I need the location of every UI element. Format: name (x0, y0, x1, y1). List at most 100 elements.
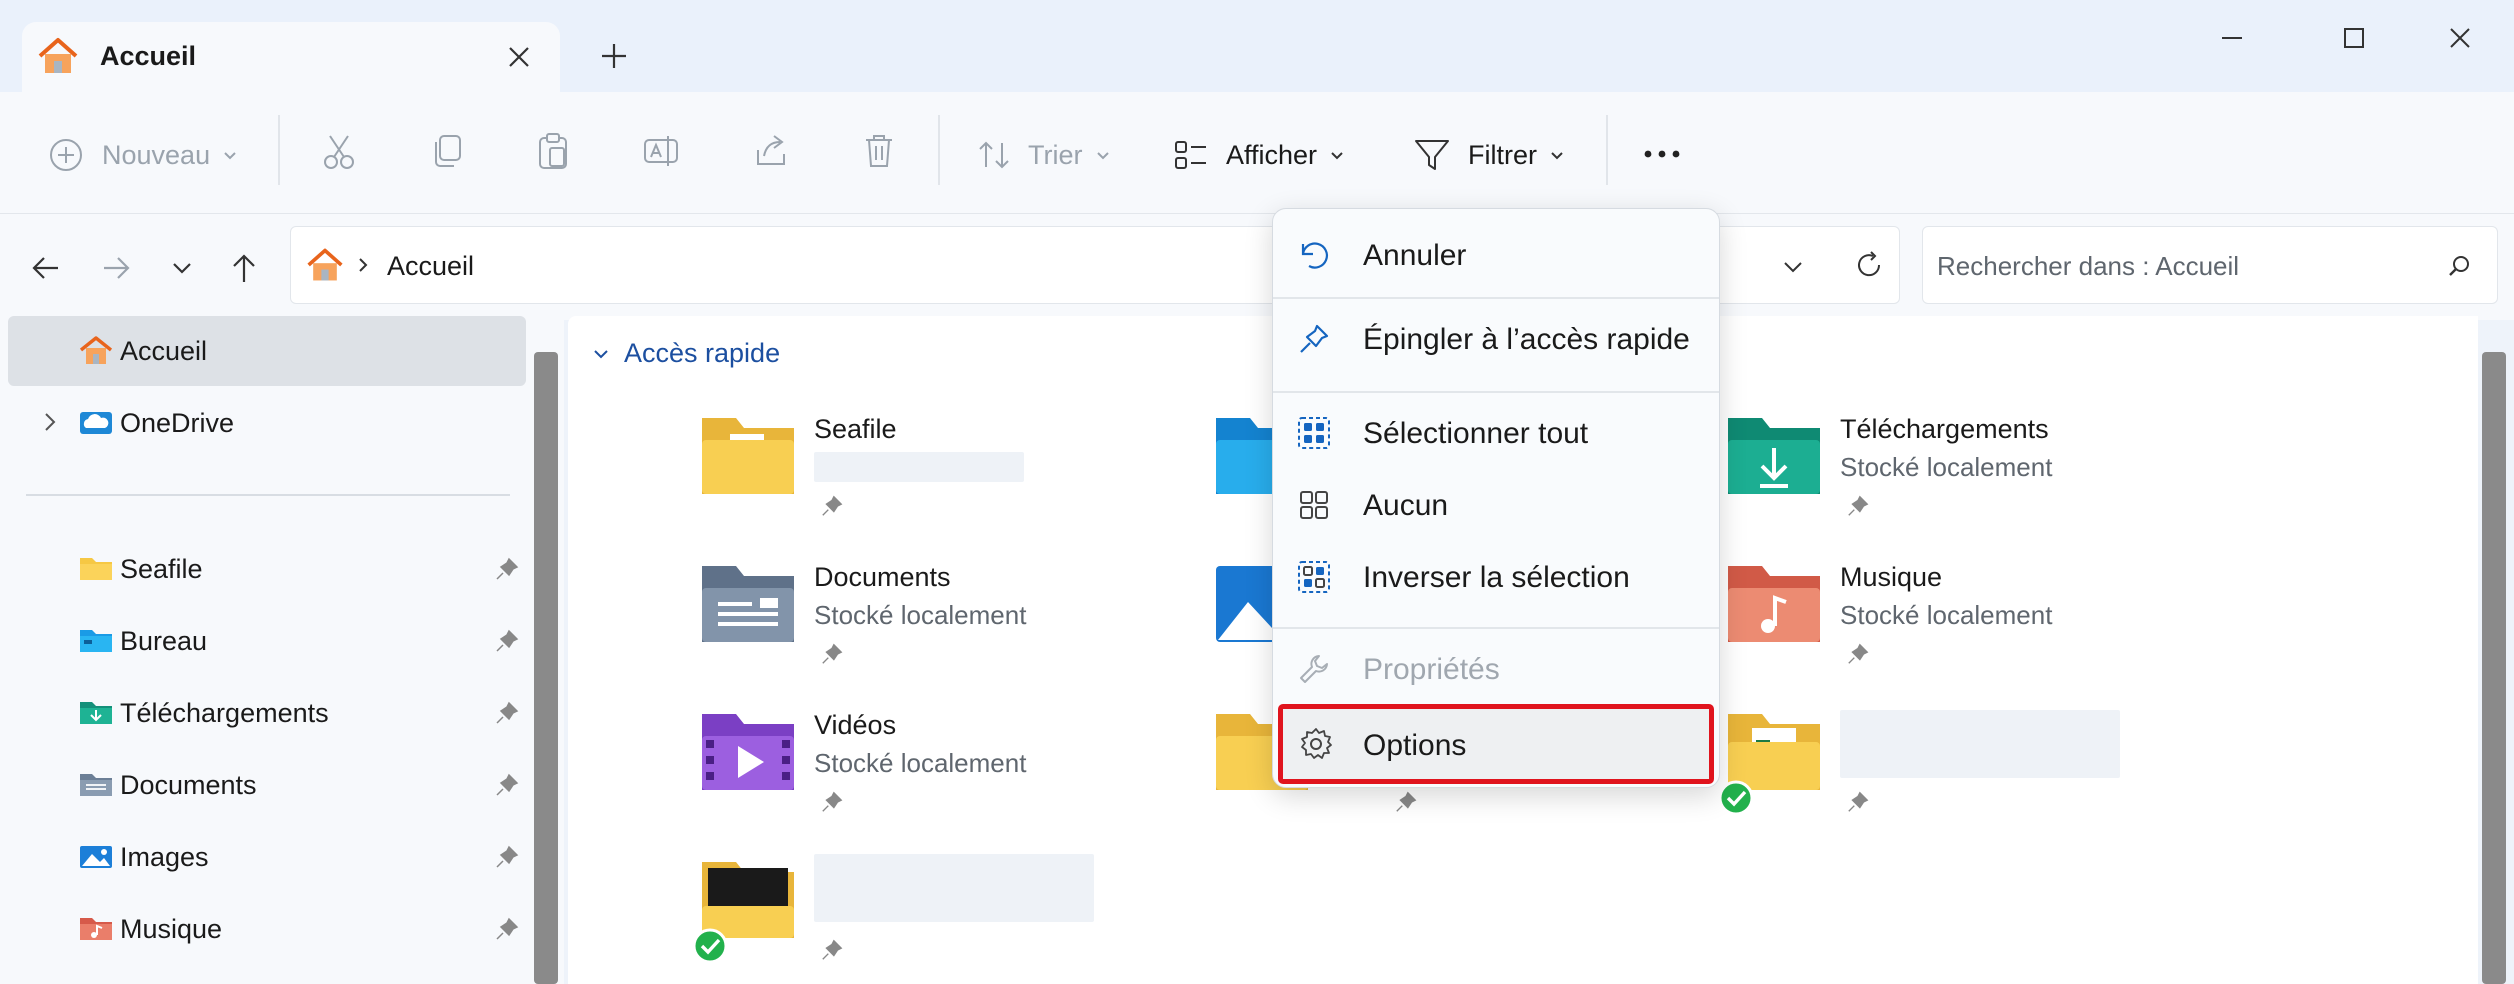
menu-item-select-all[interactable]: Sélectionner tout (1279, 399, 1715, 465)
tile-name: Vidéos (814, 710, 897, 740)
pin-icon (822, 939, 843, 960)
chevron-down-icon (1096, 152, 1109, 160)
pin-icon[interactable] (494, 844, 520, 870)
select-none-icon (1300, 491, 1328, 519)
more-options-menu: Annuler Épingler à l’accès rapide Sélect… (1272, 208, 1720, 788)
rename-icon[interactable] (640, 130, 682, 172)
sidebar-item-images[interactable]: Images (8, 822, 526, 892)
new-button-label: Nouveau (102, 139, 211, 170)
sidebar-item-label: Accueil (120, 336, 208, 366)
pin-icon (1396, 791, 1417, 812)
pin-icon (1300, 324, 1329, 353)
tile-status: Stocké localement (814, 600, 1027, 630)
pin-icon (822, 495, 843, 516)
tile-status: Stocké localement (1840, 452, 2053, 482)
music-folder-icon (80, 918, 112, 940)
pin-icon[interactable] (494, 772, 520, 798)
onedrive-icon (80, 412, 112, 434)
up-icon[interactable] (226, 250, 262, 286)
tile-name: Documents (814, 562, 951, 592)
sidebar-item-documents[interactable]: Documents (8, 750, 526, 820)
videos-folder-icon (702, 714, 794, 790)
command-bar: Nouveau Trier Afficher Filtrer (0, 92, 2514, 214)
sidebar-item-accueil[interactable]: Accueil (8, 316, 526, 386)
close-tab-icon[interactable] (506, 44, 532, 70)
quick-access-header[interactable]: Accès rapide (592, 338, 780, 369)
quick-access-item-redacted[interactable] (1718, 706, 2226, 846)
menu-item-label: Propriétés (1363, 653, 1500, 686)
more-options-icon[interactable] (1640, 142, 1684, 166)
new-tab-icon[interactable] (598, 40, 630, 72)
toolbar-separator (938, 115, 940, 185)
home-icon (79, 336, 113, 364)
sort-button[interactable]: Trier (976, 132, 1111, 178)
menu-item-label: Annuler (1363, 239, 1467, 272)
pin-icon[interactable] (494, 700, 520, 726)
copy-icon[interactable] (426, 130, 468, 172)
view-list-icon (1175, 141, 1206, 169)
pin-icon[interactable] (494, 556, 520, 582)
pin-icon (1848, 495, 1869, 516)
search-input[interactable]: Rechercher dans : Accueil (1922, 226, 2498, 304)
sort-icon (979, 141, 1009, 169)
quick-access-item-telechargements[interactable]: Téléchargements Stocké localement (1726, 410, 2226, 550)
breadcrumb-accueil[interactable]: Accueil (387, 251, 474, 282)
tile-status: Stocké localement (814, 748, 1027, 778)
new-button[interactable]: Nouveau (46, 132, 238, 178)
menu-item-options[interactable]: Options (1278, 704, 1714, 784)
tab-accueil[interactable]: Accueil (22, 22, 560, 92)
share-icon[interactable] (750, 130, 792, 172)
pin-icon (1848, 643, 1869, 664)
view-button-label: Afficher (1226, 139, 1318, 170)
paste-icon[interactable] (532, 130, 574, 172)
sidebar-item-bureau[interactable]: Bureau (8, 606, 526, 676)
close-window-icon[interactable] (2440, 18, 2480, 58)
recent-locations-icon[interactable] (164, 250, 200, 286)
plus-circle-icon (50, 139, 82, 171)
maximize-icon[interactable] (2334, 18, 2374, 58)
music-folder-icon (1728, 566, 1820, 642)
sidebar-item-label: Documents (120, 770, 257, 800)
back-icon[interactable] (28, 250, 64, 286)
pin-icon (822, 791, 843, 812)
sidebar-item-seafile[interactable]: Seafile (8, 534, 526, 604)
forward-icon[interactable] (98, 250, 134, 286)
redacted-name (814, 854, 1094, 922)
menu-item-invert-selection[interactable]: Inverser la sélection (1279, 543, 1715, 609)
content-scrollbar[interactable] (2482, 352, 2506, 984)
search-icon[interactable] (2447, 253, 2473, 279)
sidebar-item-telechargements[interactable]: Téléchargements (8, 678, 526, 748)
chevron-right-icon[interactable] (38, 410, 62, 434)
invert-selection-icon (1298, 561, 1330, 593)
sidebar-item-label: Téléchargements (120, 698, 329, 728)
menu-item-undo[interactable]: Annuler (1279, 221, 1715, 287)
quick-access-item-redacted-2[interactable] (692, 854, 1200, 984)
pin-icon[interactable] (494, 916, 520, 942)
filter-button[interactable]: Filtrer (1412, 132, 1565, 178)
refresh-icon[interactable] (1853, 249, 1885, 281)
gear-icon (1301, 728, 1332, 759)
filter-icon (1415, 140, 1449, 170)
view-button[interactable]: Afficher (1172, 132, 1345, 178)
chevron-down-icon (1331, 152, 1343, 160)
menu-item-label: Aucun (1363, 489, 1449, 522)
quick-access-item-documents[interactable]: Documents Stocké localement (700, 558, 1200, 698)
quick-access-title: Accès rapide (624, 338, 781, 368)
delete-icon[interactable] (858, 130, 900, 172)
select-all-icon (1298, 417, 1330, 449)
pin-icon[interactable] (494, 628, 520, 654)
home-icon (38, 38, 78, 73)
quick-access-item-seafile[interactable]: Seafile (700, 410, 1200, 550)
menu-item-pin-quick-access[interactable]: Épingler à l’accès rapide (1279, 305, 1715, 371)
sidebar-scrollbar[interactable] (534, 352, 558, 984)
cut-icon[interactable] (318, 130, 360, 172)
sidebar-item-musique[interactable]: Musique (8, 894, 526, 964)
sort-button-label: Trier (1028, 139, 1083, 170)
chevron-down-icon[interactable] (1781, 255, 1805, 279)
minimize-icon[interactable] (2212, 18, 2252, 58)
sidebar-item-label: OneDrive (120, 408, 235, 438)
sidebar-item-onedrive[interactable]: OneDrive (8, 388, 526, 458)
quick-access-item-videos[interactable]: Vidéos Stocké localement (700, 706, 1200, 846)
quick-access-item-musique[interactable]: Musique Stocké localement (1726, 558, 2226, 698)
menu-item-select-none[interactable]: Aucun (1279, 471, 1715, 537)
